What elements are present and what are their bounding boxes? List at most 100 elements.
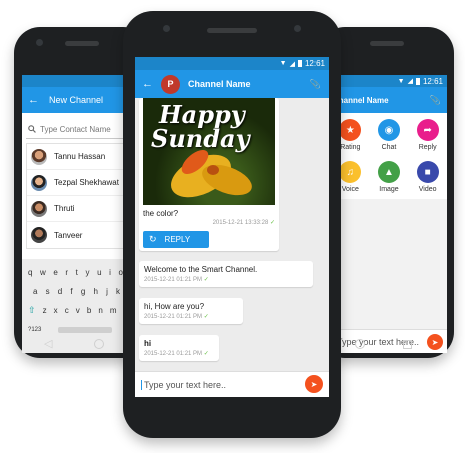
status-time: 12:61 [304, 59, 325, 68]
key[interactable]: f [70, 287, 72, 296]
image-question: the color? [143, 209, 179, 218]
refresh-icon: ↻ [149, 234, 157, 244]
key[interactable]: k [116, 287, 120, 296]
attachment-icon[interactable]: 📎 [430, 95, 441, 106]
attach-chat[interactable]: ◉ Chat [370, 119, 409, 157]
text-cursor [141, 379, 142, 390]
back-arrow-icon[interactable]: ← [28, 94, 39, 106]
key[interactable]: r [65, 268, 68, 277]
attach-image[interactable]: ▲ Image [370, 161, 409, 199]
space-bar[interactable] [57, 326, 112, 333]
message-text: Welcome to the Smart Channel. [144, 265, 258, 274]
battery-icon [415, 77, 420, 85]
video-icon: ■ [416, 161, 439, 183]
reply-icon: ➦ [416, 119, 439, 141]
contact-search-field[interactable]: Type Contact Name [26, 121, 137, 139]
avatar: P [161, 74, 180, 94]
delivered-check-icon: ✓ [203, 277, 209, 283]
message-meta: 2015-12-21 01:21 PM ✓ [144, 313, 238, 320]
phone-sensor [294, 25, 301, 32]
attachment-grid: ★ Rating ◉ Chat ➦ Reply ♫ Voice ▲ Image … [331, 113, 447, 199]
phone-speaker [64, 41, 99, 46]
chat-screen: ▼ ◢ 12:61 ← P Channel Name 📎 Happy Sunda… [135, 57, 329, 397]
wifi-icon: ▼ [397, 77, 405, 85]
reply-button[interactable]: ↻ REPLY [143, 231, 209, 248]
keyboard-row-1: q w e r t y u i o p [24, 263, 139, 282]
status-bar: ▼ ◢ 12:61 [135, 57, 329, 70]
key[interactable]: h [93, 287, 97, 296]
key[interactable]: z [43, 306, 47, 315]
key[interactable]: s [46, 287, 50, 296]
home-nav-icon[interactable] [355, 339, 365, 349]
reply-label: REPLY [164, 235, 191, 244]
shift-icon[interactable]: ⇧ [28, 305, 36, 316]
image-icon: ▲ [377, 161, 400, 183]
key[interactable]: b [87, 306, 91, 315]
delivered-check-icon: ✓ [203, 314, 209, 320]
key[interactable]: n [98, 306, 102, 315]
message-input[interactable]: Type your text here.. [135, 371, 329, 397]
key[interactable]: x [54, 306, 58, 315]
key[interactable]: g [81, 287, 85, 296]
message-meta: 2015-12-21 01:21 PM ✓ [144, 350, 214, 357]
recents-nav-icon[interactable] [403, 340, 412, 349]
attach-label: Rating [340, 144, 361, 151]
attach-label: Chat [381, 144, 397, 151]
signal-icon: ◢ [289, 60, 295, 68]
list-item[interactable]: Thruti [27, 196, 136, 222]
page-title: New Channel [49, 95, 104, 105]
attach-label: Reply [418, 144, 437, 151]
message-text: hi [144, 339, 152, 348]
list-item[interactable]: Tanveer [27, 222, 136, 248]
key[interactable]: m [110, 306, 117, 315]
attachment-icon[interactable]: 📎 [310, 79, 321, 90]
phone-speaker [207, 28, 257, 33]
status-bar: ▼ ◢ 12:61 [331, 75, 447, 87]
avatar [31, 200, 47, 217]
symbols-key[interactable]: ?123 [28, 327, 41, 333]
list-item[interactable]: Tezpal Shekhawat [27, 170, 136, 196]
key[interactable]: t [76, 268, 78, 277]
home-nav-icon[interactable] [94, 339, 104, 349]
key[interactable]: e [53, 268, 57, 277]
key[interactable]: c [65, 306, 69, 315]
back-arrow-icon[interactable]: ← [142, 78, 153, 90]
key[interactable]: d [58, 287, 62, 296]
keyboard-row-3: ⇧ z x c v b n m ⌫ [24, 301, 139, 320]
contact-name: Tezpal Shekhawat [54, 178, 119, 187]
contact-name: Tannu Hassan [54, 152, 106, 161]
keyboard-row-4: ?123 ↵ [24, 320, 139, 339]
back-nav-icon[interactable]: ◁ [44, 337, 52, 350]
list-item[interactable]: Tannu Hassan [27, 144, 136, 170]
send-button[interactable]: ➤ [305, 375, 323, 393]
key[interactable]: w [40, 268, 46, 277]
send-button[interactable]: ➤ [427, 334, 443, 350]
phone-camera [163, 25, 170, 32]
key[interactable]: q [28, 268, 32, 277]
key[interactable]: u [97, 268, 101, 277]
message-bubble: hi 2015-12-21 01:21 PM ✓ [139, 335, 219, 361]
center-phone: ▼ ◢ 12:61 ← P Channel Name 📎 Happy Sunda… [123, 11, 341, 438]
keyboard-row-2: a s d f g h j k l [24, 282, 139, 301]
phone-camera [36, 39, 43, 46]
page-title: Channel Name [333, 95, 389, 105]
message-bubble: Welcome to the Smart Channel. 2015-12-21… [139, 261, 313, 287]
page-title: Channel Name [188, 79, 251, 89]
input-placeholder: Type your text here.. [144, 379, 227, 390]
delivered-check-icon: ✓ [269, 220, 275, 226]
contact-name: Tanveer [54, 230, 83, 240]
key[interactable]: i [109, 268, 111, 277]
star-icon: ★ [339, 119, 362, 141]
message-image[interactable]: Happy Sunday [143, 98, 275, 205]
search-icon [28, 124, 36, 135]
phone-speaker [369, 41, 404, 46]
contact-name: Thruti [54, 204, 75, 213]
app-bar: ← P Channel Name 📎 [135, 70, 329, 98]
attach-video[interactable]: ■ Video [408, 161, 447, 199]
marketing-stage: ← New Channel Type Contact Name Tannu Ha… [0, 0, 465, 453]
key[interactable]: a [33, 287, 37, 296]
key[interactable]: j [106, 287, 108, 296]
attach-reply[interactable]: ➦ Reply [408, 119, 447, 157]
key[interactable]: v [76, 306, 80, 315]
key[interactable]: y [85, 268, 89, 277]
